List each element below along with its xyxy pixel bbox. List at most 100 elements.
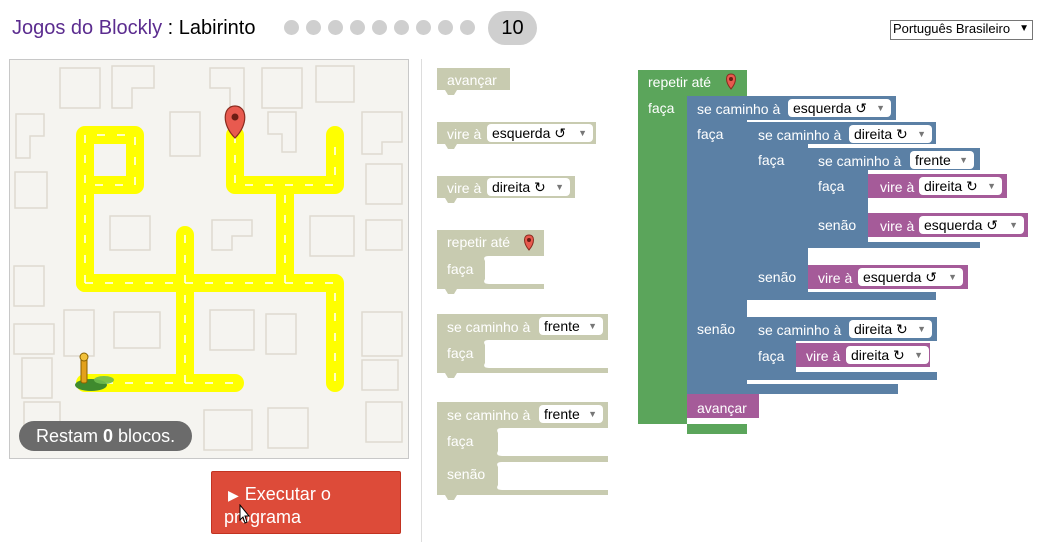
if-label: se caminho à xyxy=(697,101,781,117)
chevron-down-icon: ▼ xyxy=(1019,23,1029,34)
if-label: se caminho à xyxy=(758,322,842,338)
maze-svg xyxy=(13,65,403,451)
if-path-do-label: faça xyxy=(447,345,474,361)
if-else-else-label: senão xyxy=(447,466,486,482)
turn-right-block[interactable]: vire à xyxy=(806,349,840,363)
if-ahead-dropdown[interactable]: frente ▼ xyxy=(910,151,974,169)
repeat-until-block[interactable]: repetir até xyxy=(648,75,711,89)
else-label: senão xyxy=(758,269,797,285)
if-do-label: faça xyxy=(758,348,785,364)
move-forward-block[interactable]: avançar xyxy=(697,401,747,415)
turn-right-block[interactable]: vire à xyxy=(880,180,914,194)
if-left-value: esquerda ↺ xyxy=(793,100,867,116)
level-dot[interactable] xyxy=(438,20,453,35)
level-dot[interactable] xyxy=(328,20,343,35)
remaining-blocks-badge: Restam 0 blocos. xyxy=(19,421,193,451)
turn-right-dropdown[interactable]: direita ↻ ▼ xyxy=(919,177,1002,195)
chevron-down-icon: ▼ xyxy=(588,409,597,419)
chevron-down-icon: ▼ xyxy=(555,182,564,192)
if-else-path-label: se caminho à xyxy=(447,407,531,423)
level-dot[interactable] xyxy=(350,20,365,35)
program-shapes xyxy=(638,70,1028,434)
turn-label: vire à xyxy=(880,218,915,234)
chevron-down-icon: ▼ xyxy=(948,272,957,282)
if-do-label: faça xyxy=(697,126,724,142)
level-dot[interactable] xyxy=(394,20,409,35)
repeat-label: repetir até xyxy=(447,234,511,250)
remaining-prefix: Restam xyxy=(36,426,104,446)
toolbox-turn-left-block[interactable]: vire à xyxy=(447,127,481,141)
level-dot[interactable] xyxy=(306,20,321,35)
if-label: se caminho à xyxy=(758,127,842,143)
turn-left-block[interactable]: vire à xyxy=(818,271,852,285)
turn-left-dropdown[interactable]: esquerda ↺ ▼ xyxy=(487,124,593,142)
turn-right-dropdown[interactable]: direita ↻ ▼ xyxy=(846,346,929,364)
turn-left-dropdown[interactable]: esquerda ↺ ▼ xyxy=(919,216,1024,234)
repeat-do-label: faça xyxy=(447,261,474,277)
turn-left-value: esquerda ↺ xyxy=(924,217,998,233)
if-path-value: frente xyxy=(544,318,580,334)
app-name-link[interactable]: Jogos do Blockly xyxy=(12,17,162,39)
level-dot[interactable] xyxy=(416,20,431,35)
turn-left-value: esquerda ↺ xyxy=(492,125,566,141)
turn-left-dropdown[interactable]: esquerda ↺ ▼ xyxy=(858,268,963,286)
if-else-path-dropdown[interactable]: frente ▼ xyxy=(539,405,603,423)
play-icon: ▶ xyxy=(228,487,239,503)
if-left-dropdown[interactable]: esquerda ↺ ▼ xyxy=(788,99,891,117)
else-label: senão xyxy=(697,321,736,337)
chevron-down-icon: ▼ xyxy=(917,129,926,139)
toolbox-turn-right-block[interactable]: vire à xyxy=(447,181,481,195)
move-forward-label: avançar xyxy=(447,72,497,88)
maze-board xyxy=(9,59,409,459)
turn-label: vire à xyxy=(806,348,841,364)
turn-label: vire à xyxy=(818,270,853,286)
chevron-down-icon: ▼ xyxy=(987,181,996,191)
toolbox-if-else-path-block[interactable]: se caminho à xyxy=(447,408,530,422)
if-else-do-label: faça xyxy=(447,433,474,449)
language-selected-value: Português Brasileiro xyxy=(893,21,1011,36)
turn-right-value: direita ↻ xyxy=(851,347,905,363)
chevron-down-icon: ▼ xyxy=(876,103,885,113)
turn-label: vire à xyxy=(880,179,915,195)
if-right-dropdown[interactable]: direita ↻ ▼ xyxy=(849,320,932,338)
chevron-down-icon: ▼ xyxy=(914,350,923,360)
if-do-label: faça xyxy=(758,152,785,168)
if-ahead-value: frente xyxy=(915,152,951,168)
goal-pin-icon xyxy=(524,234,534,251)
turn-right-value: direita ↻ xyxy=(924,178,978,194)
turn-left-label: vire à xyxy=(447,126,482,142)
toolbox-move-forward-block[interactable]: avançar xyxy=(447,73,497,87)
turn-right-dropdown[interactable]: direita ↻ ▼ xyxy=(487,178,570,196)
if-path-label: se caminho à xyxy=(447,319,531,335)
if-right-value: direita ↻ xyxy=(854,126,908,142)
else-label: senão xyxy=(818,217,857,233)
page-title: Jogos do Blockly : Labirinto xyxy=(12,17,255,40)
if-path-right-block[interactable]: se caminho à xyxy=(758,128,841,142)
if-path-ahead-block[interactable]: se caminho à xyxy=(818,154,901,168)
toolbox-if-path-block[interactable]: se caminho à xyxy=(447,320,530,334)
if-path-left-block[interactable]: se caminho à xyxy=(697,102,780,116)
toolbox-repeat-block[interactable]: repetir até xyxy=(447,235,510,249)
chevron-down-icon: ▼ xyxy=(578,128,587,138)
chevron-down-icon: ▼ xyxy=(917,324,926,334)
current-level-badge: 10 xyxy=(488,11,537,45)
toolbox-divider xyxy=(421,59,422,542)
goal-pin-icon xyxy=(726,73,736,90)
mouse-cursor-icon xyxy=(239,504,251,524)
chevron-down-icon: ▼ xyxy=(588,321,597,331)
if-path-right-block[interactable]: se caminho à xyxy=(758,323,841,337)
level-dot[interactable] xyxy=(460,20,475,35)
turn-right-label: vire à xyxy=(447,180,482,196)
repeat-do-label: faça xyxy=(648,100,675,116)
remaining-count: 0 xyxy=(103,426,114,446)
language-select[interactable]: Português Brasileiro ▼ xyxy=(890,20,1033,40)
level-dot[interactable] xyxy=(284,20,299,35)
move-forward-label: avançar xyxy=(697,400,747,416)
if-right-value: direita ↻ xyxy=(854,321,908,337)
if-right-dropdown[interactable]: direita ↻ ▼ xyxy=(849,125,932,143)
if-path-dropdown[interactable]: frente ▼ xyxy=(539,317,603,335)
turn-left-block[interactable]: vire à xyxy=(880,219,914,233)
if-do-label: faça xyxy=(818,178,845,194)
turn-left-value: esquerda ↺ xyxy=(863,269,937,285)
level-dot[interactable] xyxy=(372,20,387,35)
